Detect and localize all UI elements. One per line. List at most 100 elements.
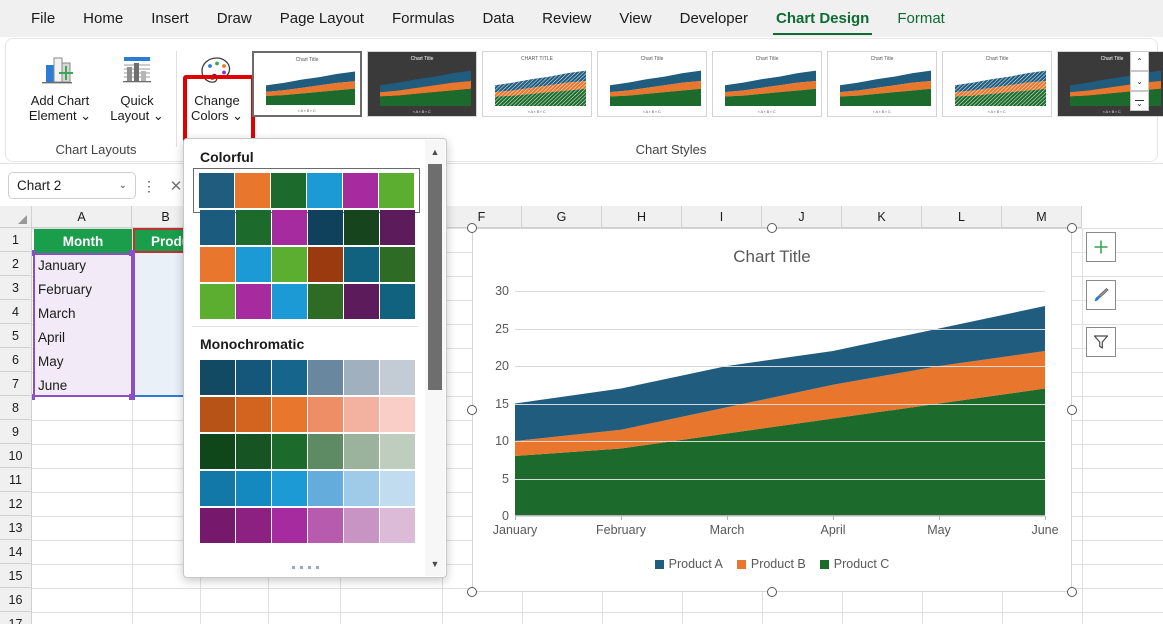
ribbon-tab-developer[interactable]: Developer bbox=[667, 5, 761, 32]
chart-handle-tm[interactable] bbox=[767, 223, 777, 233]
palette-swatch[interactable] bbox=[344, 508, 379, 543]
color-palette-option-1[interactable] bbox=[193, 168, 420, 213]
color-palette-option-5[interactable] bbox=[200, 360, 415, 395]
chart-handle-tl[interactable] bbox=[467, 223, 477, 233]
scrollbar-thumb[interactable] bbox=[428, 164, 442, 390]
ribbon-tab-data[interactable]: Data bbox=[469, 5, 527, 32]
palette-swatch[interactable] bbox=[200, 508, 235, 543]
name-box[interactable]: Chart 2 ⌄ bbox=[8, 172, 136, 199]
palette-swatch[interactable] bbox=[308, 434, 343, 469]
palette-swatch[interactable] bbox=[200, 284, 235, 319]
cell-A4[interactable]: March bbox=[34, 301, 132, 325]
palette-swatch[interactable] bbox=[344, 471, 379, 506]
palette-swatch[interactable] bbox=[272, 247, 307, 282]
ribbon-tab-page-layout[interactable]: Page Layout bbox=[267, 5, 377, 32]
column-header-L[interactable]: L bbox=[922, 206, 1002, 228]
chart-handle-bm[interactable] bbox=[767, 587, 777, 597]
ribbon-tab-formulas[interactable]: Formulas bbox=[379, 5, 468, 32]
palette-swatch[interactable] bbox=[380, 471, 415, 506]
cell-A1[interactable]: Month bbox=[34, 229, 132, 253]
palette-swatch[interactable] bbox=[344, 247, 379, 282]
row-header-5[interactable]: 5 bbox=[0, 324, 32, 348]
cell-A2[interactable]: January bbox=[34, 253, 132, 277]
palette-swatch[interactable] bbox=[272, 284, 307, 319]
palette-swatch[interactable] bbox=[308, 508, 343, 543]
row-header-10[interactable]: 10 bbox=[0, 444, 32, 468]
chart-handle-bl[interactable] bbox=[467, 587, 477, 597]
row-header-17[interactable]: 17 bbox=[0, 612, 32, 624]
legend-item-product-a[interactable]: Product A bbox=[654, 557, 723, 571]
column-header-H[interactable]: H bbox=[602, 206, 682, 228]
quick-layout-button[interactable]: Quick Layout ⌄ bbox=[99, 47, 175, 133]
row-header-12[interactable]: 12 bbox=[0, 492, 32, 516]
scroll-down-arrow-icon[interactable]: ▼ bbox=[425, 554, 445, 574]
color-palette-option-2[interactable] bbox=[200, 210, 415, 245]
palette-swatch[interactable] bbox=[380, 508, 415, 543]
chart-style-thumb-4[interactable]: Chart Title ▪ A ▪ B ▪ C bbox=[597, 51, 707, 117]
palette-swatch[interactable] bbox=[236, 360, 271, 395]
column-header-G[interactable]: G bbox=[522, 206, 602, 228]
gallery-more-button[interactable]: ⌄ bbox=[1130, 91, 1149, 111]
chart-styles-gallery[interactable]: Chart Title ▪ A ▪ B ▪ C Chart Title ▪ A ▪ B… bbox=[252, 51, 1163, 117]
palette-swatch[interactable] bbox=[271, 173, 306, 208]
chart-style-thumb-3[interactable]: CHART TITLE ▪ A ▪ B ▪ C bbox=[482, 51, 592, 117]
column-header-I[interactable]: I bbox=[682, 206, 762, 228]
palette-swatch[interactable] bbox=[380, 210, 415, 245]
palette-swatch[interactable] bbox=[344, 434, 379, 469]
palette-swatch[interactable] bbox=[272, 471, 307, 506]
column-header-F[interactable]: F bbox=[442, 206, 522, 228]
palette-swatch[interactable] bbox=[272, 397, 307, 432]
gallery-scroll-down-button[interactable]: ⌄ bbox=[1130, 71, 1149, 91]
color-palette-option-6[interactable] bbox=[200, 397, 415, 432]
palette-swatch[interactable] bbox=[272, 210, 307, 245]
row-header-3[interactable]: 3 bbox=[0, 276, 32, 300]
cell-A5[interactable]: April bbox=[34, 325, 132, 349]
row-header-13[interactable]: 13 bbox=[0, 516, 32, 540]
cell-A6[interactable]: May bbox=[34, 349, 132, 373]
row-header-8[interactable]: 8 bbox=[0, 396, 32, 420]
color-palette-option-8[interactable] bbox=[200, 471, 415, 506]
ribbon-tab-view[interactable]: View bbox=[606, 5, 664, 32]
palette-swatch[interactable] bbox=[236, 210, 271, 245]
palette-swatch[interactable] bbox=[344, 284, 379, 319]
ribbon-tab-review[interactable]: Review bbox=[529, 5, 604, 32]
chart-style-thumb-7[interactable]: Chart Title ▪ A ▪ B ▪ C bbox=[942, 51, 1052, 117]
chart-handle-mr[interactable] bbox=[1067, 405, 1077, 415]
chart-filters-button[interactable] bbox=[1086, 327, 1116, 357]
ribbon-tab-file[interactable]: File bbox=[18, 5, 68, 32]
palette-swatch[interactable] bbox=[307, 173, 342, 208]
more-options-icon[interactable]: ⋮ bbox=[142, 178, 156, 195]
row-header-9[interactable]: 9 bbox=[0, 420, 32, 444]
chart-handle-br[interactable] bbox=[1067, 587, 1077, 597]
palette-swatch[interactable] bbox=[344, 360, 379, 395]
cell-A3[interactable]: February bbox=[34, 277, 132, 301]
palette-swatch[interactable] bbox=[308, 247, 343, 282]
gallery-scroll-up-button[interactable]: ⌃ bbox=[1130, 51, 1149, 71]
selection-handle[interactable] bbox=[129, 394, 135, 400]
ribbon-tab-draw[interactable]: Draw bbox=[204, 5, 265, 32]
palette-swatch[interactable] bbox=[380, 434, 415, 469]
palette-swatch[interactable] bbox=[308, 210, 343, 245]
row-header-15[interactable]: 15 bbox=[0, 564, 32, 588]
palette-swatch[interactable] bbox=[236, 284, 271, 319]
add-chart-element-button[interactable]: Add Chart Element ⌄ bbox=[22, 47, 98, 133]
row-header-14[interactable]: 14 bbox=[0, 540, 32, 564]
color-palette-option-9[interactable] bbox=[200, 508, 415, 543]
color-palette-option-3[interactable] bbox=[200, 247, 415, 282]
palette-swatch[interactable] bbox=[200, 360, 235, 395]
chart-plot-area[interactable]: 0 5 10 15 20 25 30 January February March April May… bbox=[493, 284, 1059, 537]
row-header-2[interactable]: 2 bbox=[0, 252, 32, 276]
cell-A7[interactable]: June bbox=[34, 373, 132, 397]
chart-style-thumb-1[interactable]: Chart Title ▪ A ▪ B ▪ C bbox=[252, 51, 362, 117]
row-header-1[interactable]: 1 bbox=[0, 228, 32, 252]
palette-swatch[interactable] bbox=[308, 360, 343, 395]
chart-style-thumb-6[interactable]: Chart Title ▪ A ▪ B ▪ C bbox=[827, 51, 937, 117]
row-header-4[interactable]: 4 bbox=[0, 300, 32, 324]
chart-style-thumb-2[interactable]: Chart Title ▪ A ▪ B ▪ C bbox=[367, 51, 477, 117]
palette-swatch[interactable] bbox=[236, 247, 271, 282]
palette-swatch[interactable] bbox=[379, 173, 414, 208]
ribbon-tab-chart-design[interactable]: Chart Design bbox=[763, 5, 882, 35]
palette-swatch[interactable] bbox=[200, 247, 235, 282]
chart-object[interactable]: Chart Title 0 5 10 15 20 25 30 January February M… bbox=[472, 228, 1072, 592]
ribbon-tab-home[interactable]: Home bbox=[70, 5, 136, 32]
